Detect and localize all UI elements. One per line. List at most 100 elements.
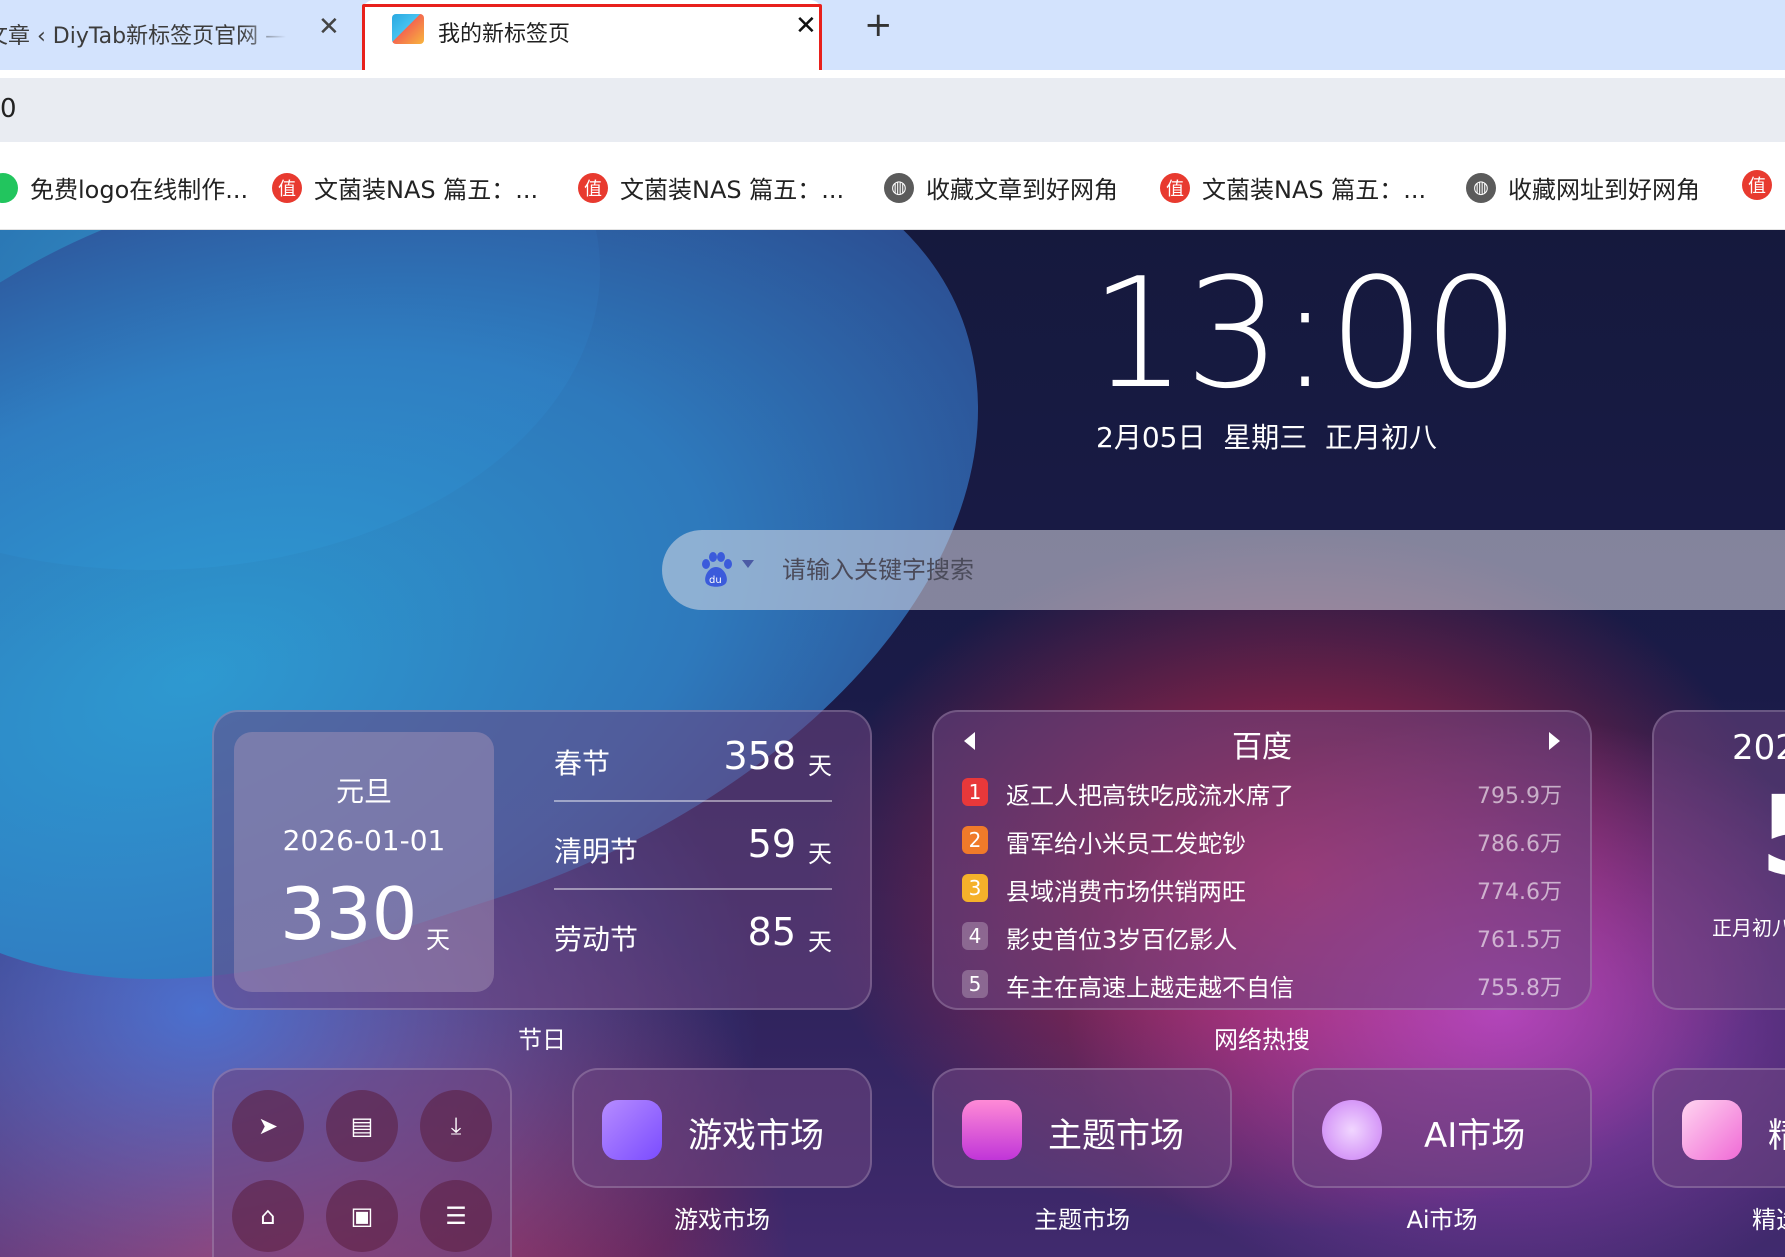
- new-tab-plus-icon[interactable]: +: [864, 8, 893, 42]
- close-icon[interactable]: ✕: [795, 13, 817, 39]
- address-bar[interactable]: 0: [0, 78, 1785, 142]
- holiday-row: 清明节 59 天: [554, 804, 832, 890]
- hot-card-label: 网络热搜: [1214, 1026, 1310, 1054]
- gamepad-icon: [602, 1100, 662, 1160]
- clock-time: 13:00: [1090, 245, 1520, 422]
- bookmark-label: 文菌装NAS 篇五：...: [314, 176, 539, 204]
- holiday-row-days: 85: [747, 910, 796, 954]
- holiday-row: 春节 358 天: [554, 716, 832, 802]
- hot-item[interactable]: 4 影史首位3岁百亿影人 761.5万: [962, 916, 1562, 956]
- bookmark-label: 收藏文章到好网角: [926, 176, 1118, 204]
- hot-item-heat: 774.6万: [1477, 880, 1562, 905]
- store-icon: [962, 1100, 1022, 1160]
- ai-market-tile[interactable]: AI市场: [1292, 1068, 1592, 1188]
- bookmark-label: 收藏网址到好网角: [1508, 176, 1700, 204]
- hot-rank-badge: 5: [962, 970, 988, 998]
- holiday-days: 330: [280, 872, 418, 956]
- close-icon[interactable]: ✕: [318, 14, 340, 40]
- calendar-card[interactable]: 202 5 正月初八: [1652, 710, 1785, 1010]
- book-icon[interactable]: ▤: [326, 1090, 398, 1162]
- hot-item-title: 影史首位3岁百亿影人: [1006, 926, 1238, 954]
- hot-item-title: 车主在高速上越走越不自信: [1006, 974, 1294, 1002]
- home-icon[interactable]: ⌂: [232, 1180, 304, 1252]
- holiday-card[interactable]: 元旦 2026-01-01 330 天 春节 358 天 清明节 59 天 劳动…: [212, 710, 872, 1010]
- tab-strip: 文章 ‹ DiyTab新标签页官网 — ✕ 我的新标签页 ✕ +: [0, 0, 1785, 76]
- download-icon[interactable]: ⤓: [420, 1090, 492, 1162]
- tab-diytab[interactable]: 文章 ‹ DiyTab新标签页官网 — ✕: [0, 0, 362, 70]
- holiday-date: 2026-01-01: [282, 824, 446, 857]
- app-title: 游戏市场: [688, 1116, 824, 1156]
- hot-item[interactable]: 3 县域消费市场供销两旺 774.6万: [962, 868, 1562, 908]
- featured-icon: [1682, 1100, 1742, 1160]
- holiday-row-name: 劳动节: [554, 923, 639, 956]
- theme-market-tile[interactable]: 主题市场: [932, 1068, 1232, 1188]
- tab-title: 文章 ‹ DiyTab新标签页官网 —: [0, 24, 286, 49]
- holiday-main: 元旦 2026-01-01 330 天: [234, 732, 494, 992]
- bookmark-item[interactable]: 值: [1742, 170, 1784, 200]
- bookmark-item[interactable]: 值 文菌装NAS 篇五：...: [272, 170, 538, 205]
- holiday-row-days: 59: [747, 822, 796, 866]
- tab-my-newtab[interactable]: 我的新标签页 ✕: [362, 0, 822, 70]
- url-text: 0: [0, 94, 17, 124]
- send-icon[interactable]: ➤: [232, 1090, 304, 1162]
- toolbar: 0: [0, 70, 1785, 150]
- holiday-row: 劳动节 85 天: [554, 892, 832, 978]
- holiday-name: 元旦: [335, 775, 392, 808]
- zhi-icon: 值: [1742, 170, 1772, 200]
- holiday-row-unit: 天: [808, 752, 832, 780]
- hot-item[interactable]: 5 车主在高速上越走越不自信 755.8万: [962, 964, 1562, 1004]
- hot-rank-badge: 2: [962, 826, 988, 854]
- calendar-lunar: 正月初八: [1712, 916, 1785, 940]
- hot-item[interactable]: 1 返工人把高铁吃成流水席了 795.9万: [962, 772, 1562, 812]
- chevron-down-icon[interactable]: [742, 560, 754, 568]
- hot-item-heat: 786.6万: [1477, 832, 1562, 857]
- app-label: 游戏市场: [674, 1206, 770, 1234]
- clock-date: 2月05日 星期三 正月初八: [1096, 421, 1438, 454]
- green-dot-icon: [0, 172, 18, 203]
- bookmark-item[interactable]: ◍ 收藏网址到好网角: [1466, 170, 1700, 205]
- hot-item-title: 返工人把高铁吃成流水席了: [1006, 782, 1294, 810]
- hot-rank-badge: 1: [962, 778, 988, 806]
- holiday-unit: 天: [426, 926, 450, 954]
- svg-text:du: du: [709, 575, 722, 586]
- app-label: Ai市场: [1406, 1206, 1478, 1234]
- bookmark-label: 文菌装NAS 篇五：...: [620, 176, 845, 204]
- hot-item-title: 雷军给小米员工发蛇钞: [1006, 830, 1246, 858]
- holiday-row-unit: 天: [808, 928, 832, 956]
- baidu-icon[interactable]: du: [698, 550, 734, 590]
- holiday-row-days: 358: [723, 734, 796, 778]
- bookmarks-bar: 免费logo在线制作... 值 文菌装NAS 篇五：... 值 文菌装NAS 篇…: [0, 150, 1785, 230]
- game-market-tile[interactable]: 游戏市场: [572, 1068, 872, 1188]
- bookmark-item[interactable]: ◍ 收藏文章到好网角: [884, 170, 1118, 205]
- bookmark-item[interactable]: 免费logo在线制作...: [0, 170, 248, 205]
- search-doc-icon[interactable]: ▣: [326, 1180, 398, 1252]
- globe-icon: ◍: [1466, 172, 1496, 203]
- search-input[interactable]: [782, 548, 1682, 592]
- holiday-row-name: 清明节: [554, 835, 639, 868]
- calendar-year: 202: [1732, 728, 1785, 768]
- favicon-icon: [392, 14, 424, 44]
- hot-item-heat: 795.9万: [1477, 784, 1562, 809]
- holiday-card-label: 节日: [518, 1026, 566, 1054]
- calendar-day: 5: [1760, 772, 1785, 900]
- zhi-icon: 值: [578, 172, 608, 203]
- holiday-row-unit: 天: [808, 840, 832, 868]
- bookmark-item[interactable]: 值 文菌装NAS 篇五：...: [578, 170, 844, 205]
- globe-icon: ◍: [884, 172, 914, 203]
- bookmark-item[interactable]: 值 文菌装NAS 篇五：...: [1160, 170, 1426, 205]
- hot-item-heat: 761.5万: [1477, 928, 1562, 953]
- featured-tile[interactable]: 精: [1652, 1068, 1785, 1188]
- zhi-icon: 值: [272, 172, 302, 203]
- app-title: 主题市场: [1048, 1116, 1184, 1156]
- hot-rank-badge: 3: [962, 874, 988, 902]
- search-bar[interactable]: du: [662, 530, 1785, 610]
- hot-item-title: 县域消费市场供销两旺: [1006, 878, 1246, 906]
- award-icon: [1322, 1100, 1382, 1160]
- newtab-page: 13:00 2月05日 星期三 正月初八 du 元旦 2026-01-01 33…: [0, 230, 1785, 1257]
- bookmark-label: 免费logo在线制作...: [30, 176, 249, 204]
- hot-search-card[interactable]: 百度 1 返工人把高铁吃成流水席了 795.9万 2 雷军给小米员工发蛇钞 786.6万 3…: [932, 710, 1592, 1010]
- next-arrow-icon[interactable]: [1549, 732, 1560, 750]
- hot-item[interactable]: 2 雷军给小米员工发蛇钞 786.6万: [962, 820, 1562, 860]
- schedule-icon[interactable]: ☰: [420, 1180, 492, 1252]
- app-label: 精选: [1752, 1206, 1785, 1234]
